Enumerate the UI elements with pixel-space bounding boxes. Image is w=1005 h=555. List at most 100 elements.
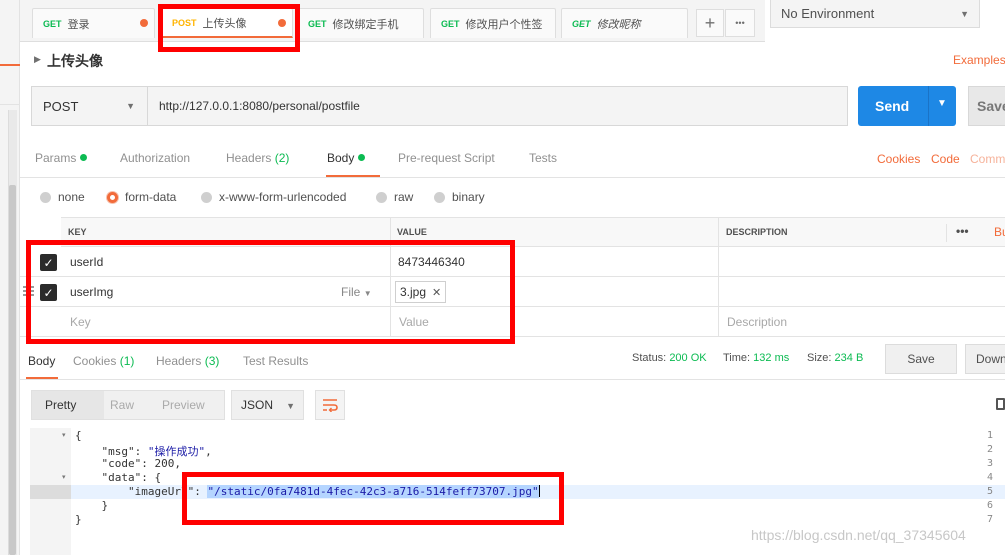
json-key: "data"	[101, 471, 142, 484]
size-label: Size:	[807, 352, 832, 364]
fold-arrow-icon[interactable]: ▾	[62, 473, 66, 481]
new-description-input[interactable]: Description	[727, 315, 787, 329]
tab-label: 修改昵称	[596, 18, 641, 31]
code-text: }	[75, 513, 82, 526]
response-time: Time: 132 ms	[723, 352, 789, 364]
column-key-header: KEY	[68, 227, 87, 237]
line-number: 6	[986, 500, 993, 511]
url-input[interactable]: http://127.0.0.1:8080/personal/postfile	[147, 86, 848, 126]
request-title-row: ▶ 上传头像 Examples	[20, 42, 1005, 78]
file-name: 3.jpg	[400, 285, 427, 299]
radio-raw[interactable]: raw	[376, 190, 413, 204]
radio-urlencoded-label: x-www-form-urlencoded	[219, 190, 347, 204]
examples-link[interactable]: Examples	[953, 53, 1005, 67]
method-select[interactable]: POST ▼	[31, 86, 147, 126]
column-divider	[718, 247, 719, 277]
tab-method: GET	[43, 18, 62, 29]
save-response-button[interactable]: Save	[885, 344, 957, 374]
environment-selected: No Environment	[781, 6, 875, 21]
code-line: }	[75, 513, 82, 526]
remove-file-icon[interactable]: ✕	[432, 286, 441, 299]
tab-params-label: Params	[35, 151, 77, 165]
chevron-down-icon: ▼	[286, 401, 295, 411]
tab-upload-avatar[interactable]: POST 上传头像	[161, 8, 293, 38]
radio-none[interactable]: none	[40, 190, 85, 204]
environment-select[interactable]: No Environment ▼	[770, 0, 980, 28]
row-key[interactable]: userImg	[70, 285, 113, 299]
download-response-button[interactable]: Down	[965, 344, 1005, 374]
save-request-button[interactable]: Save	[968, 86, 1005, 126]
time-label: Time:	[723, 352, 751, 364]
radio-form-data-label: form-data	[125, 190, 177, 204]
radio-binary[interactable]: binary	[434, 190, 485, 204]
copy-icon[interactable]	[996, 398, 1005, 410]
key-type-select[interactable]: File ▼	[341, 285, 372, 299]
tab-label: 上传头像	[202, 17, 247, 30]
tab-body[interactable]: Body	[327, 151, 366, 165]
add-tab-button[interactable]: +	[696, 9, 724, 37]
download-response-label: Down	[976, 352, 1005, 366]
row-enabled-checkbox[interactable]: ✓	[40, 284, 57, 301]
new-key-input[interactable]: Key	[70, 315, 91, 329]
tab-headers[interactable]: Headers (2)	[226, 151, 289, 165]
key-type-label: File	[341, 285, 361, 299]
table-row: ✓ userId 8473446340	[20, 247, 1005, 277]
tab-options-button[interactable]: •••	[725, 9, 755, 37]
response-tab-test-results[interactable]: Test Results	[243, 354, 308, 368]
bulk-edit-link[interactable]: Bu	[994, 225, 1005, 239]
response-tab-cookies[interactable]: Cookies (1)	[73, 354, 134, 368]
active-line-gutter	[30, 485, 71, 499]
method-selected: POST	[43, 98, 79, 114]
row-value[interactable]: 8473446340	[398, 255, 465, 269]
send-button[interactable]: Send ▼	[858, 86, 956, 126]
view-preview-button[interactable]: Preview	[162, 398, 205, 412]
wrap-lines-button[interactable]	[315, 390, 345, 420]
table-options-icon[interactable]: •••	[956, 224, 969, 238]
code-link[interactable]: Code	[931, 152, 960, 166]
plus-icon: +	[704, 12, 716, 33]
view-raw-button[interactable]: Raw	[110, 398, 134, 412]
code-text: {	[75, 429, 82, 442]
text-cursor	[538, 485, 540, 497]
view-mode-group: Pretty Raw Preview	[31, 390, 225, 420]
radio-form-data[interactable]: form-data	[107, 190, 176, 204]
code-line: "imageUrl": "/static/0fa7481d-4fec-42c3-…	[127, 485, 540, 498]
tab-authorization[interactable]: Authorization	[120, 151, 190, 165]
tab-method: POST	[172, 17, 197, 28]
sidebar-scrollbar-thumb[interactable]	[9, 185, 16, 555]
cookies-link[interactable]: Cookies	[877, 152, 920, 166]
tab-method: GET	[572, 18, 591, 29]
chevron-down-icon[interactable]: ▼	[937, 98, 947, 109]
tab-prerequest-script[interactable]: Pre-request Script	[398, 151, 495, 165]
request-title[interactable]: 上传头像	[47, 51, 103, 71]
tab-tests[interactable]: Tests	[529, 151, 557, 165]
headers-count: (2)	[274, 151, 290, 165]
caret-right-icon[interactable]: ▶	[34, 54, 41, 65]
new-value-input[interactable]: Value	[399, 315, 429, 329]
response-tab-body[interactable]: Body	[28, 354, 55, 368]
tab-change-signature[interactable]: GET 修改用户个性签	[430, 8, 556, 38]
tab-method: GET	[308, 18, 327, 29]
save-label: Save	[977, 98, 1005, 114]
tab-login[interactable]: GET 登录	[32, 8, 155, 38]
tab-headers-label: Headers	[226, 151, 272, 165]
tab-label: 修改用户个性签	[465, 18, 543, 31]
row-enabled-checkbox[interactable]: ✓	[40, 254, 57, 271]
tab-change-nickname[interactable]: GET 修改昵称	[561, 8, 688, 38]
send-label: Send	[875, 98, 910, 114]
radio-urlencoded[interactable]: x-www-form-urlencoded	[201, 190, 346, 204]
column-divider	[718, 277, 719, 307]
drag-handle-icon[interactable]	[23, 286, 34, 296]
response-tab-headers[interactable]: Headers (3)	[156, 354, 219, 368]
radio-icon	[201, 191, 212, 203]
tab-change-phone[interactable]: GET 修改绑定手机	[297, 8, 424, 38]
view-pretty-button[interactable]: Pretty	[45, 398, 76, 412]
comments-link[interactable]: Comm	[970, 152, 1005, 166]
row-key[interactable]: userId	[70, 255, 103, 269]
json-key: "imageUrl"	[127, 485, 195, 498]
wrap-lines-icon	[323, 399, 338, 412]
json-string-selected[interactable]: "/static/0fa7481d-4fec-42c3-a716-514feff…	[207, 485, 539, 498]
tab-params[interactable]: Params	[35, 151, 88, 165]
fold-arrow-icon[interactable]: ▾	[62, 431, 66, 439]
format-select[interactable]: JSON ▼	[231, 390, 304, 420]
